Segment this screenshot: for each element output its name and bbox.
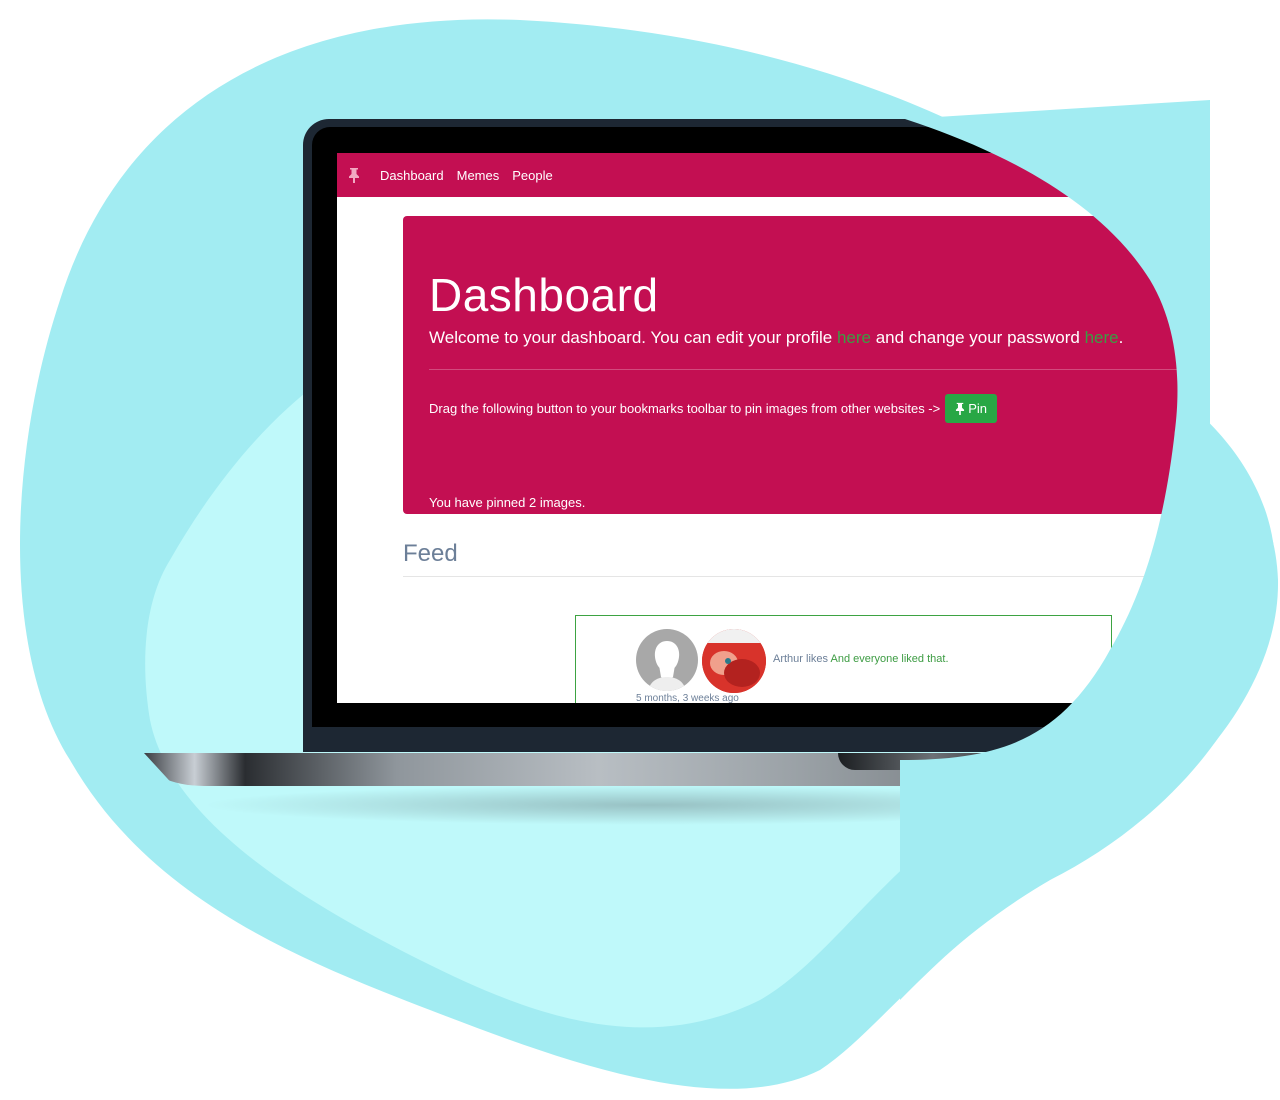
meme-thumbnail[interactable] [702,629,766,693]
page-title: Dashboard [429,269,659,321]
jumbotron-divider [429,369,1187,370]
feed-item: Arthur likes And everyone liked that. 5 … [575,615,1112,703]
feed-title: Feed [403,540,458,567]
laptop-screen: Dashboard Memes People Dashboard Welcome… [337,153,1187,703]
pin-bookmarklet-button[interactable]: Pin [945,394,998,423]
navbar: Dashboard Memes People [337,153,1187,197]
pin-button-label: Pin [968,401,988,416]
welcome-text: Welcome to your dashboard. You can edit … [429,328,1123,348]
nav-memes-link[interactable]: Memes [457,168,500,183]
default-avatar-icon [648,641,686,691]
change-password-link[interactable]: here [1085,328,1119,347]
pin-icon [956,402,965,415]
feed-actor[interactable]: Arthur likes [773,653,828,665]
nav-dashboard-link[interactable]: Dashboard [380,168,444,183]
pinned-count: You have pinned 2 images. [429,495,586,510]
laptop-notch [838,753,1028,770]
pin-icon[interactable] [348,167,362,183]
bookmarklet-instructions: Drag the following button to your bookma… [429,401,941,416]
dashboard-jumbotron: Dashboard Welcome to your dashboard. You… [403,216,1187,514]
laptop-shadow [200,785,1100,825]
meme-image-icon [702,629,766,693]
bookmarklet-row: Drag the following button to your bookma… [429,394,998,423]
nav-people-link[interactable]: People [512,168,552,183]
feed-item-text: Arthur likes And everyone liked that. [773,653,949,665]
feed-message[interactable]: And everyone liked that. [830,653,948,665]
welcome-text-start: Welcome to your dashboard. You can edit … [429,328,837,347]
welcome-text-end: . [1118,328,1124,347]
welcome-text-middle: and change your password [870,328,1085,347]
edit-profile-link[interactable]: here [837,328,871,347]
user-avatar[interactable] [636,629,698,691]
feed-divider [403,576,1187,577]
feed-timestamp: 5 months, 3 weeks ago [636,693,739,703]
